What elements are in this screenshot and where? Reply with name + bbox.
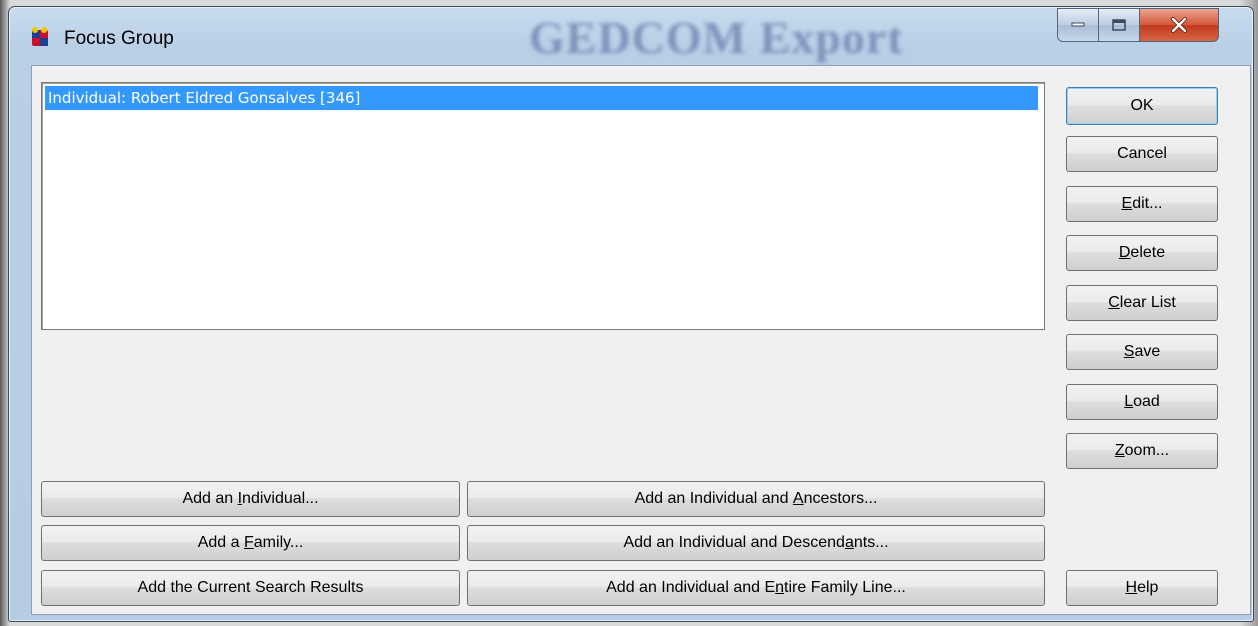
add-current-search-results-button[interactable]: Add the Current Search Results <box>41 570 460 606</box>
list-item[interactable]: Individual: Robert Eldred Gonsalves [346… <box>45 86 1038 110</box>
maximize-icon <box>1112 19 1126 31</box>
focus-group-dialog: Focus Group GEDCOM Export Individual: Ro… <box>8 6 1254 622</box>
add-individual-ancestors-button[interactable]: Add an Individual and Ancestors... <box>467 481 1045 517</box>
add-individual-button[interactable]: Add an Individual... <box>41 481 460 517</box>
clear-list-button[interactable]: Clear List <box>1066 285 1218 321</box>
save-button[interactable]: Save <box>1066 334 1218 370</box>
maximize-button[interactable] <box>1098 8 1140 42</box>
zoom-button[interactable]: Zoom... <box>1066 433 1218 469</box>
delete-button[interactable]: Delete <box>1066 235 1218 271</box>
add-family-button[interactable]: Add a Family... <box>41 525 460 561</box>
add-individual-entire-family-line-button[interactable]: Add an Individual and En tire Family Line… <box>467 570 1045 606</box>
minimize-icon <box>1071 22 1085 27</box>
add-individual-descendants-button[interactable]: Add an Individual and Descend a nts... <box>467 525 1045 561</box>
load-button[interactable]: Load <box>1066 384 1218 420</box>
help-button[interactable]: Help <box>1066 570 1218 606</box>
dialog-client-area: Individual: Robert Eldred Gonsalves [346… <box>31 65 1251 615</box>
cancel-button[interactable]: Cancel <box>1066 136 1218 172</box>
focus-group-list[interactable]: Individual: Robert Eldred Gonsalves [346… <box>41 82 1045 330</box>
close-icon <box>1171 17 1187 33</box>
close-button[interactable] <box>1139 8 1219 42</box>
title-bar[interactable]: Focus Group GEDCOM Export <box>9 7 1253 65</box>
minimize-button[interactable] <box>1057 8 1099 42</box>
background-window-title: GEDCOM Export <box>529 12 904 63</box>
app-icon <box>32 27 48 46</box>
window-title: Focus Group <box>64 28 174 49</box>
ok-button[interactable]: OK <box>1066 87 1218 125</box>
edit-button[interactable]: Edit... <box>1066 186 1218 222</box>
